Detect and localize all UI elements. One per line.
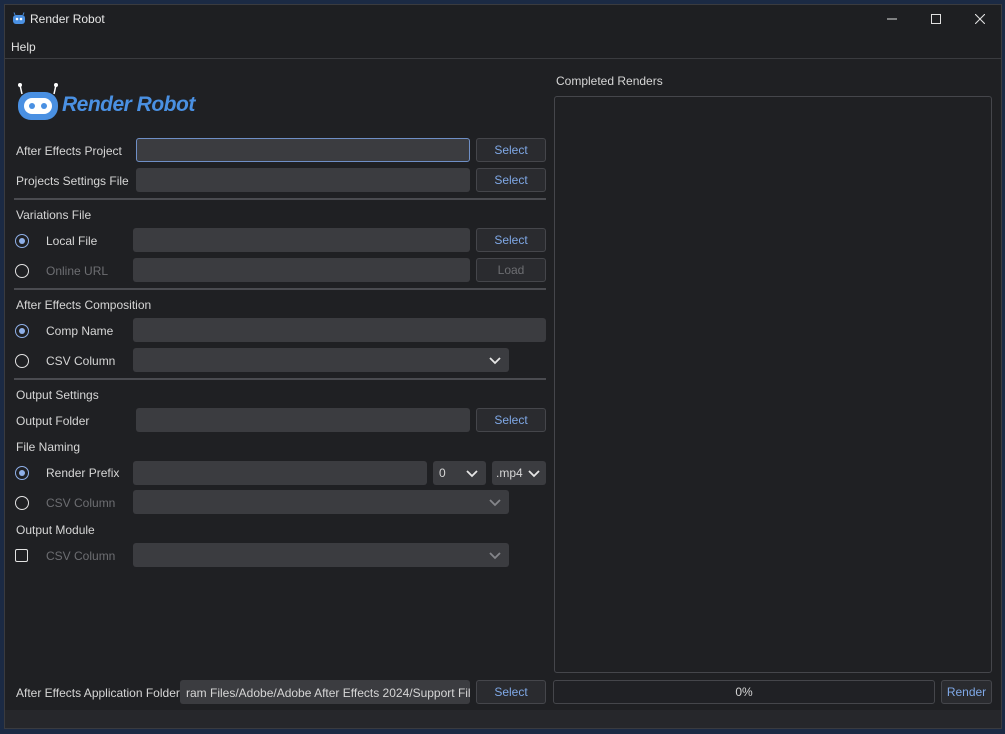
output-folder-select-button[interactable]: Select: [476, 408, 546, 432]
chevron-down-icon: [489, 499, 501, 507]
online-url-load-button[interactable]: Load: [476, 258, 546, 282]
comp-name-radio[interactable]: [15, 324, 29, 338]
settings-file-select-button[interactable]: Select: [476, 168, 546, 192]
close-icon: [974, 14, 985, 24]
logo-text: Render Robot: [62, 93, 195, 116]
render-prefix-radio[interactable]: [15, 466, 29, 480]
robot-app-icon: [13, 12, 25, 24]
divider: [14, 378, 546, 380]
window-title: Render Robot: [30, 12, 105, 26]
title-bar: Render Robot: [5, 5, 1001, 33]
logo: Render Robot: [16, 82, 196, 122]
app-window: Render Robot Help Render Robot After Eff…: [4, 4, 1002, 729]
app-folder-input[interactable]: ram Files/Adobe/Adobe After Effects 2024…: [180, 680, 470, 704]
render-progress-bar: 0%: [553, 680, 935, 704]
completed-renders-list[interactable]: [554, 96, 992, 673]
maximize-icon: [930, 14, 941, 24]
output-folder-label: Output Folder: [16, 414, 90, 428]
comp-csv-label: CSV Column: [46, 354, 116, 368]
comp-name-input[interactable]: [133, 318, 546, 342]
naming-csv-label: CSV Column: [46, 496, 116, 510]
output-module-dropdown[interactable]: [133, 543, 509, 567]
menu-help[interactable]: Help: [11, 40, 36, 54]
local-file-select-button[interactable]: Select: [476, 228, 546, 252]
ae-project-input[interactable]: [136, 138, 470, 162]
render-prefix-label: Render Prefix: [46, 466, 120, 480]
online-url-label: Online URL: [46, 264, 109, 278]
output-folder-input[interactable]: [136, 408, 470, 432]
local-file-label: Local File: [46, 234, 98, 248]
settings-file-input[interactable]: [136, 168, 470, 192]
naming-csv-radio[interactable]: [15, 496, 29, 510]
render-button[interactable]: Render: [941, 680, 992, 704]
chevron-down-icon: [489, 357, 501, 365]
comp-name-label: Comp Name: [46, 324, 114, 338]
online-url-input[interactable]: [133, 258, 470, 282]
output-module-heading: Output Module: [16, 523, 95, 537]
padding-dropdown[interactable]: 0: [433, 461, 486, 485]
output-module-csv-label: CSV Column: [46, 549, 116, 563]
extension-dropdown[interactable]: .mp4: [492, 461, 546, 485]
status-bar: [5, 710, 1001, 728]
chevron-down-icon: [489, 552, 501, 560]
divider: [14, 288, 546, 290]
variations-heading: Variations File: [16, 208, 92, 222]
maximize-button[interactable]: [913, 5, 958, 33]
minimize-button[interactable]: [869, 5, 914, 33]
chevron-down-icon: [528, 470, 540, 478]
online-url-radio[interactable]: [15, 264, 29, 278]
render-prefix-input[interactable]: [133, 461, 427, 485]
composition-heading: After Effects Composition: [16, 298, 152, 312]
ae-project-select-button[interactable]: Select: [476, 138, 546, 162]
file-naming-heading: File Naming: [16, 440, 81, 454]
menu-bar: Help: [5, 35, 1001, 59]
divider: [14, 198, 546, 200]
naming-csv-dropdown[interactable]: [133, 490, 509, 514]
close-button[interactable]: [957, 5, 1001, 33]
completed-renders-heading: Completed Renders: [556, 74, 663, 88]
ae-project-label: After Effects Project: [16, 144, 122, 158]
app-folder-label: After Effects Application Folder: [16, 686, 180, 700]
settings-file-label: Projects Settings File: [16, 174, 129, 188]
chevron-down-icon: [466, 470, 478, 478]
local-file-input[interactable]: [133, 228, 470, 252]
main-content: Render Robot After Effects Project Selec…: [5, 59, 1001, 710]
output-module-checkbox[interactable]: [15, 549, 28, 562]
comp-csv-dropdown[interactable]: [133, 348, 509, 372]
minimize-icon: [886, 18, 897, 20]
comp-csv-radio[interactable]: [15, 354, 29, 368]
robot-logo-icon: [18, 83, 58, 120]
app-folder-select-button[interactable]: Select: [476, 680, 546, 704]
local-file-radio[interactable]: [15, 234, 29, 248]
output-heading: Output Settings: [16, 388, 99, 402]
